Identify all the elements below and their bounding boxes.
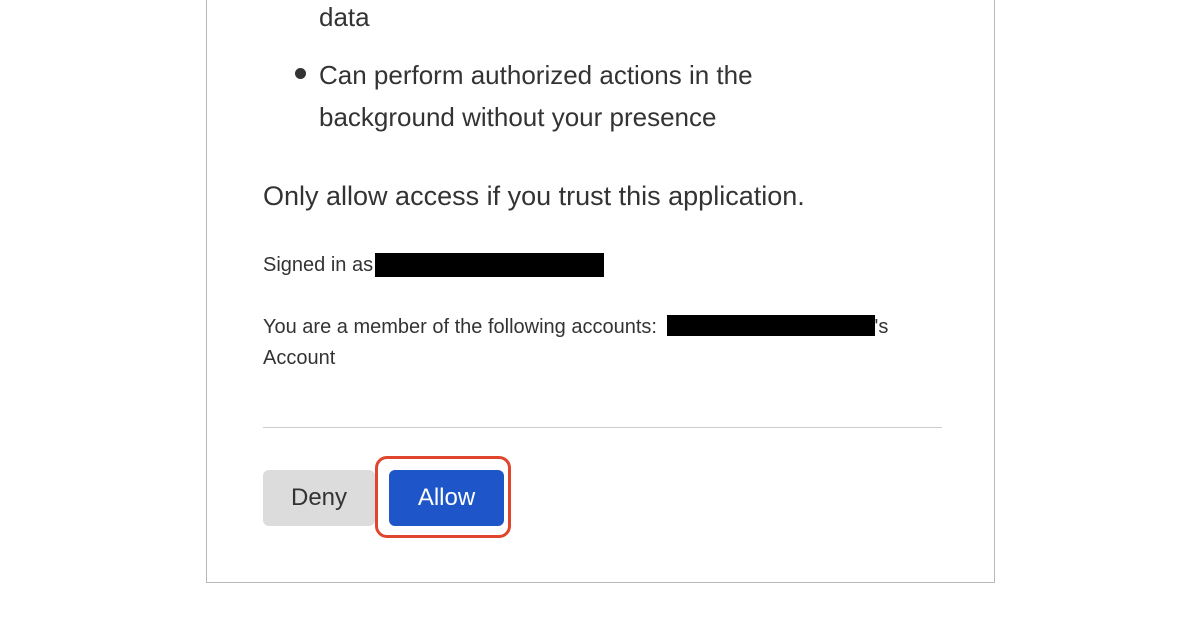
allow-button[interactable]: Allow (389, 470, 504, 526)
redacted-username (375, 253, 605, 277)
signed-in-label: Signed in as (263, 254, 374, 276)
trust-warning: Only allow access if you trust this appl… (263, 181, 805, 211)
membership-label: You are a member of the following accoun… (263, 316, 657, 338)
permission-item-text: Can perform authorized actions in the ba… (319, 60, 753, 132)
permission-item-continuation: data (319, 2, 370, 32)
permission-list: Can perform authorized actions in the ba… (273, 54, 859, 138)
membership-info: You are a member of the following accoun… (263, 312, 963, 374)
divider (263, 427, 942, 428)
permission-item: Can perform authorized actions in the ba… (273, 54, 859, 138)
bullet-icon (295, 68, 306, 79)
redacted-account-name (666, 315, 875, 336)
authorization-card: data Can perform authorized actions in t… (206, 0, 995, 583)
signed-in-row: Signed in as (263, 251, 605, 279)
deny-button[interactable]: Deny (263, 470, 375, 526)
